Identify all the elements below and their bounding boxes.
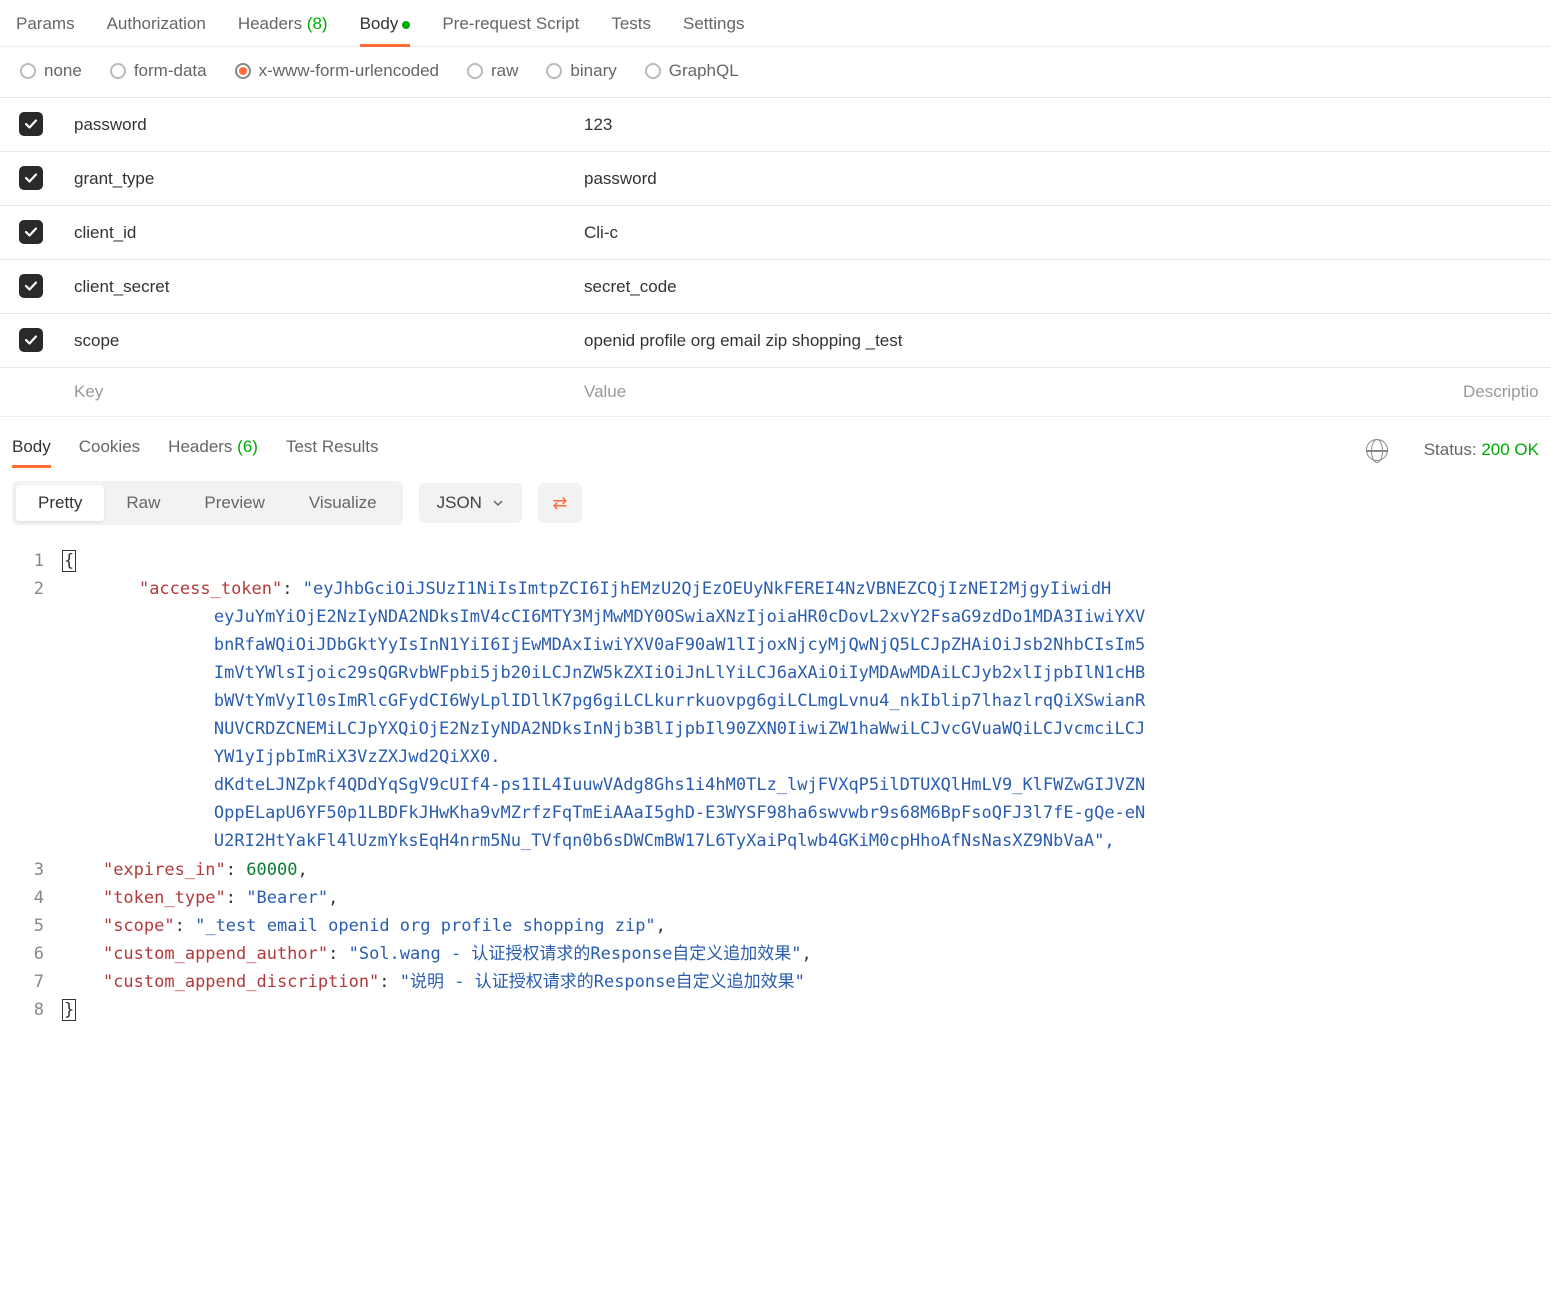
checkbox[interactable] bbox=[19, 112, 43, 136]
tab-headers[interactable]: Headers (8) bbox=[238, 8, 328, 46]
param-row: grant_typepassword bbox=[0, 152, 1551, 206]
param-key[interactable]: password bbox=[62, 98, 572, 152]
response-body[interactable]: 1{2 "access_token": "eyJhbGciOiJSUzI1NiI… bbox=[0, 539, 1551, 1040]
param-value[interactable]: Cli-c bbox=[572, 206, 1451, 260]
param-key[interactable]: client_id bbox=[62, 206, 572, 260]
body-type-form-data[interactable]: form-data bbox=[110, 61, 207, 81]
param-key[interactable]: scope bbox=[62, 314, 572, 368]
body-type-selector: none form-data x-www-form-urlencoded raw bin… bbox=[0, 47, 1551, 97]
tab-settings[interactable]: Settings bbox=[683, 8, 744, 46]
param-value[interactable]: 123 bbox=[572, 98, 1451, 152]
response-tab-body[interactable]: Body bbox=[12, 433, 51, 467]
wrap-lines-button[interactable]: ⇄ bbox=[538, 483, 582, 523]
param-row: client_secretsecret_code bbox=[0, 260, 1551, 314]
param-key[interactable]: grant_type bbox=[62, 152, 572, 206]
view-toolbar: PrettyRawPreviewVisualize JSON ⇄ bbox=[0, 467, 1551, 539]
response-tab-test-results[interactable]: Test Results bbox=[286, 433, 379, 467]
params-table: password123grant_typepasswordclient_idCl… bbox=[0, 97, 1551, 416]
response-tabs: Body Cookies Headers (6) Test Results Statu… bbox=[0, 416, 1551, 467]
param-value[interactable]: password bbox=[572, 152, 1451, 206]
request-tabs: Params Authorization Headers (8) Body Pre-re… bbox=[0, 0, 1551, 47]
body-type-x-www-form-urlencoded[interactable]: x-www-form-urlencoded bbox=[235, 61, 439, 81]
view-tab-raw[interactable]: Raw bbox=[104, 485, 182, 521]
value-placeholder[interactable]: Value bbox=[572, 368, 1451, 417]
globe-icon[interactable] bbox=[1366, 439, 1388, 461]
param-row: client_idCli-c bbox=[0, 206, 1551, 260]
body-type-GraphQL[interactable]: GraphQL bbox=[645, 61, 739, 81]
param-row: scopeopenid profile org email zip shoppi… bbox=[0, 314, 1551, 368]
checkbox[interactable] bbox=[19, 274, 43, 298]
param-value[interactable]: secret_code bbox=[572, 260, 1451, 314]
desc-placeholder[interactable]: Descriptio bbox=[1451, 368, 1551, 417]
checkbox[interactable] bbox=[19, 166, 43, 190]
body-type-raw[interactable]: raw bbox=[467, 61, 518, 81]
tab-authorization[interactable]: Authorization bbox=[107, 8, 206, 46]
param-row-placeholder: KeyValueDescriptio bbox=[0, 368, 1551, 417]
param-key[interactable]: client_secret bbox=[62, 260, 572, 314]
chevron-down-icon bbox=[492, 497, 504, 509]
checkbox[interactable] bbox=[19, 220, 43, 244]
view-tab-preview[interactable]: Preview bbox=[182, 485, 286, 521]
response-tab-cookies[interactable]: Cookies bbox=[79, 433, 140, 467]
tab-params[interactable]: Params bbox=[16, 8, 75, 46]
view-tab-visualize[interactable]: Visualize bbox=[287, 485, 399, 521]
format-dropdown[interactable]: JSON bbox=[419, 483, 522, 523]
status-badge: Status: 200 OK bbox=[1424, 440, 1539, 460]
body-type-binary[interactable]: binary bbox=[546, 61, 616, 81]
param-row: password123 bbox=[0, 98, 1551, 152]
key-placeholder[interactable]: Key bbox=[62, 368, 572, 417]
body-type-none[interactable]: none bbox=[20, 61, 82, 81]
tab-tests[interactable]: Tests bbox=[611, 8, 651, 46]
view-tab-pretty[interactable]: Pretty bbox=[16, 485, 104, 521]
tab-body[interactable]: Body bbox=[360, 8, 411, 46]
tab-pre-request-script[interactable]: Pre-request Script bbox=[442, 8, 579, 46]
checkbox[interactable] bbox=[19, 328, 43, 352]
response-tab-headers[interactable]: Headers (6) bbox=[168, 433, 258, 467]
param-value[interactable]: openid profile org email zip shopping _t… bbox=[572, 314, 1451, 368]
